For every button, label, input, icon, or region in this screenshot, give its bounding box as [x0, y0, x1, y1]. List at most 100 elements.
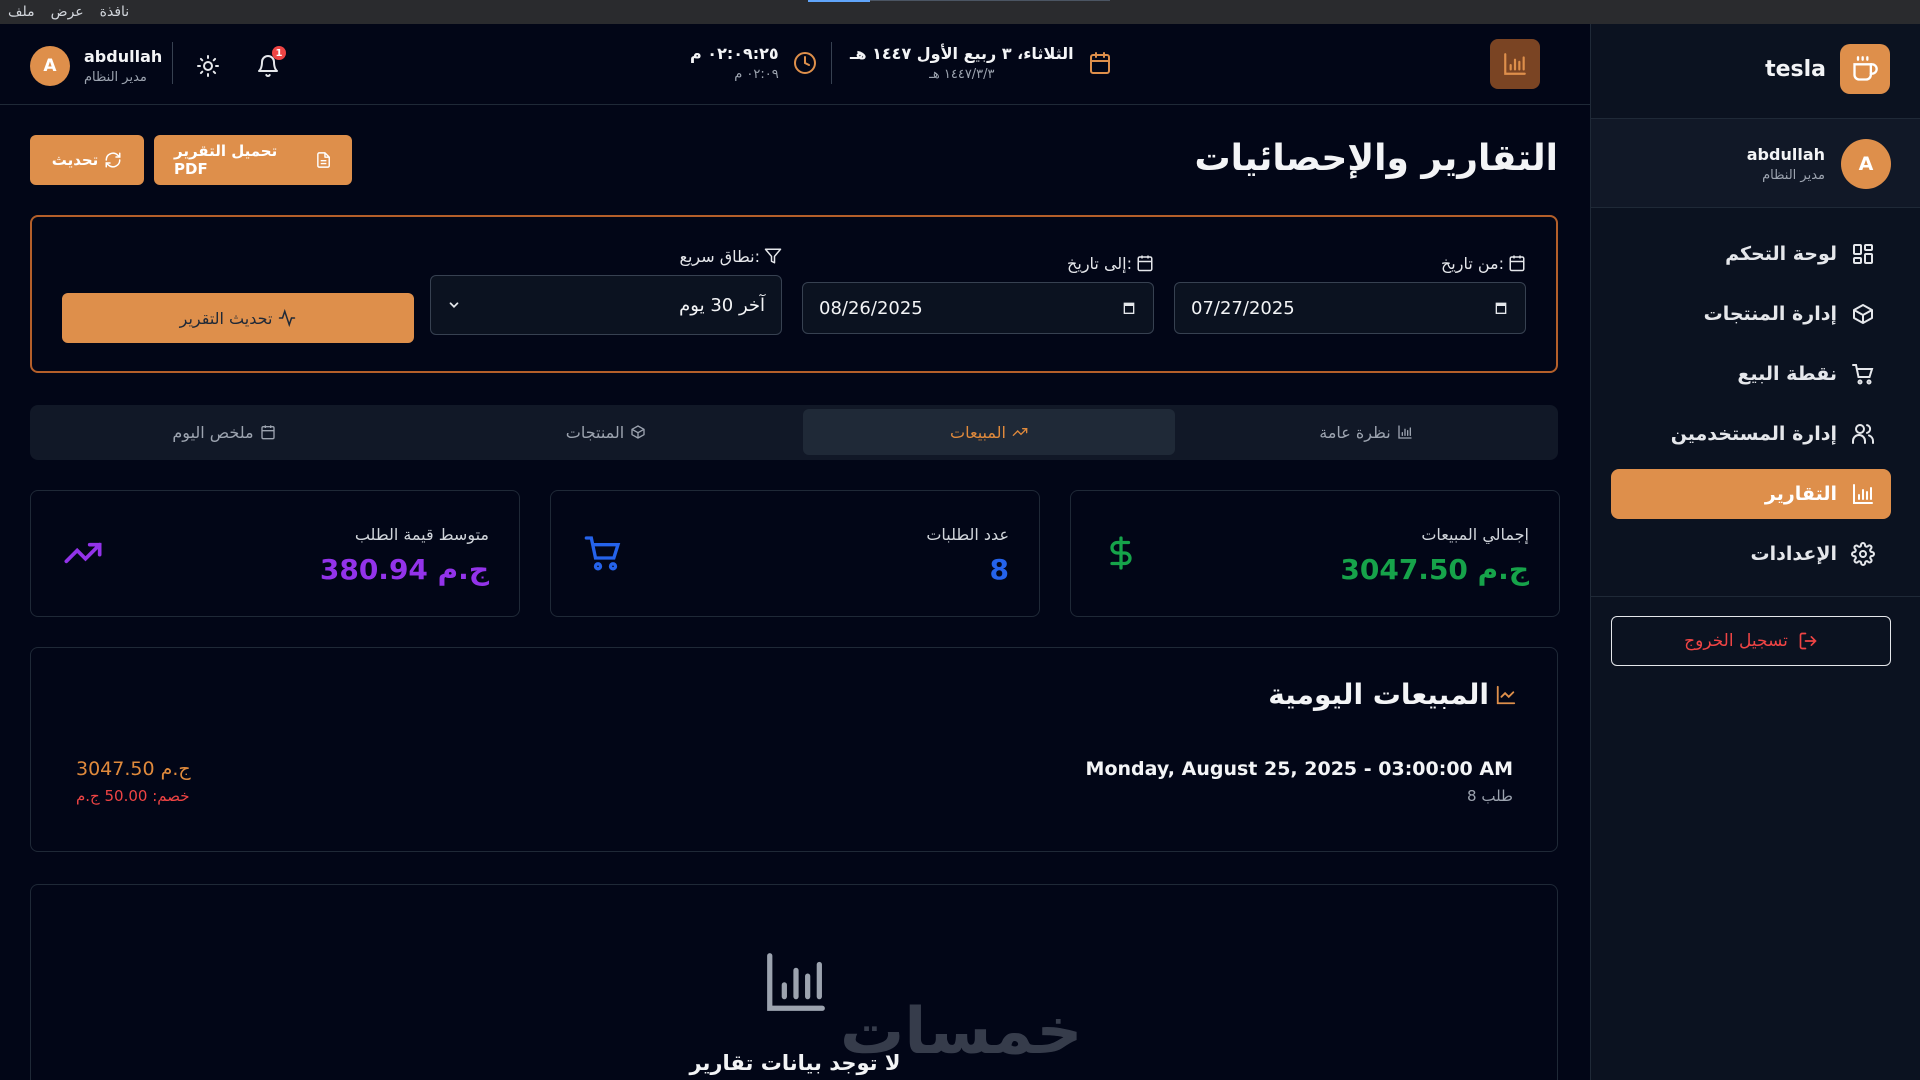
sidebar: tesla abdullah مدير النظام A لوحة التحكم… — [1590, 24, 1920, 1080]
notifications-button[interactable]: 1 — [254, 46, 286, 80]
stat-value: 3047.50 ج.م — [1340, 553, 1529, 586]
menu-bar: ملف عرض نافذة — [0, 0, 1920, 24]
header-user-text: abdullah مدير النظام — [84, 47, 162, 85]
from-date-input[interactable]: 07/27/2025 — [1174, 282, 1526, 334]
sidebar-nav: لوحة التحكم إدارة المنتجات نقطة البيع إد… — [1611, 229, 1891, 589]
cart-icon — [584, 536, 621, 571]
dollar-icon — [1110, 536, 1132, 570]
refresh-label: تحديث — [51, 151, 99, 169]
time-sub: ٠٢:٠٩ م — [734, 67, 779, 82]
notification-badge: 1 — [272, 46, 286, 60]
sidebar-item-reports[interactable]: التقارير — [1611, 469, 1891, 519]
daily-row-orders: 8 طلب — [1467, 787, 1513, 805]
clock-times: ٠٢:٠٩:٢٥ م ٠٢:٠٩ م — [690, 44, 779, 82]
sidebar-item-pos[interactable]: نقطة البيع — [1611, 349, 1891, 399]
users-icon — [1852, 424, 1874, 444]
update-report-label: تحديث التقرير — [179, 308, 273, 328]
daily-row-discount: خصم: 50.00 ج.م — [76, 787, 190, 805]
gear-icon — [1851, 542, 1875, 566]
sidebar-user-wrap: abdullah مدير النظام A — [1747, 139, 1891, 189]
calendar-icon — [1089, 52, 1110, 74]
calendar-icon — [1137, 255, 1153, 272]
tab-today-summary[interactable]: ملخص اليوم — [38, 409, 410, 455]
header-clock: ٠٢:٠٩:٢٥ م ٠٢:٠٩ م — [690, 44, 817, 82]
tab-label: المنتجات — [565, 422, 625, 442]
calendar-picker-icon[interactable] — [1493, 300, 1509, 316]
sun-icon — [197, 55, 219, 77]
calendar-picker-icon[interactable] — [1121, 300, 1137, 316]
bar-chart-icon — [1398, 425, 1412, 439]
daily-sales-card: المبيعات اليومية Monday, August 25, 2025… — [30, 647, 1558, 852]
refresh-button[interactable]: تحديث — [30, 135, 144, 185]
clock-icon — [793, 52, 816, 74]
logout-label: تسجيل الخروج — [1684, 631, 1788, 651]
to-date-group: إلى تاريخ: 08/26/2025 — [802, 252, 1154, 334]
time-main: ٠٢:٠٩:٢٥ م — [690, 44, 779, 63]
menu-window[interactable]: نافذة — [100, 4, 130, 20]
menu-items: ملف عرض نافذة — [0, 4, 129, 20]
update-report-button[interactable]: تحديث التقرير — [62, 293, 414, 343]
filter-icon — [764, 248, 782, 264]
trending-up-icon — [1012, 428, 1028, 436]
sidebar-item-label: التقارير — [1764, 483, 1837, 505]
trending-up-icon — [64, 542, 102, 564]
download-pdf-button[interactable]: تحميل التقرير PDF — [154, 135, 352, 185]
stat-label: إجمالي المبيعات — [1421, 525, 1529, 544]
sidebar-item-label: إدارة المنتجات — [1703, 303, 1837, 325]
avatar: A — [30, 46, 70, 86]
stat-value: 380.94 ج.م — [319, 553, 489, 586]
bar-chart-icon — [1504, 53, 1526, 75]
daily-sales-title: المبيعات اليومية — [1268, 678, 1517, 711]
calendar-icon — [1509, 255, 1525, 272]
bar-chart-icon — [767, 953, 825, 1011]
daily-row-date: Monday, August 25, 2025 - 03:00:00 AM — [1085, 758, 1513, 780]
sidebar-item-products[interactable]: إدارة المنتجات — [1611, 289, 1891, 339]
quick-range-value: آخر 30 يوم — [679, 294, 765, 316]
sidebar-item-label: لوحة التحكم — [1725, 243, 1837, 265]
sidebar-user-text: abdullah مدير النظام — [1747, 145, 1825, 183]
report-tabs: نظرة عامة المبيعات المنتجات ملخص اليوم — [30, 405, 1558, 460]
date-main: الثلاثاء، ٣ ربيع الأول ١٤٤٧ هـ — [850, 44, 1074, 63]
box-icon — [1853, 304, 1873, 324]
reports-shortcut-button[interactable] — [1490, 39, 1540, 89]
stat-total-sales: إجمالي المبيعات 3047.50 ج.م — [1070, 490, 1560, 617]
quick-range-select[interactable]: آخر 30 يوم — [430, 275, 782, 335]
stat-orders-count: عدد الطلبات 8 — [550, 490, 1040, 617]
stat-label: عدد الطلبات — [926, 525, 1009, 544]
grid-icon — [1853, 244, 1873, 264]
sidebar-divider — [1591, 596, 1920, 597]
logout-button[interactable]: تسجيل الخروج — [1611, 616, 1891, 666]
tab-label: ملخص اليوم — [172, 422, 254, 442]
from-date-label-text: من تاريخ: — [1440, 253, 1504, 273]
tab-sales[interactable]: المبيعات — [803, 409, 1175, 455]
tab-label: المبيعات — [950, 422, 1006, 442]
to-date-label: إلى تاريخ: — [802, 252, 1154, 274]
line-chart-icon — [1496, 685, 1516, 704]
refresh-icon — [105, 152, 121, 168]
sidebar-item-users[interactable]: إدارة المستخدمين — [1611, 409, 1891, 459]
menu-view[interactable]: عرض — [51, 4, 84, 20]
tab-products[interactable]: المنتجات — [420, 409, 792, 455]
to-date-label-text: إلى تاريخ: — [1067, 253, 1132, 273]
quick-range-label-text: نطاق سريع: — [679, 246, 760, 266]
header-user[interactable]: A abdullah مدير النظام — [30, 46, 162, 86]
watermark: خمسات — [840, 995, 1083, 1069]
theme-toggle-button[interactable] — [194, 52, 222, 80]
empty-state-card: لا توجد بيانات تقارير — [30, 884, 1558, 1080]
tab-overview[interactable]: نظرة عامة — [1180, 409, 1552, 455]
to-date-input[interactable]: 08/26/2025 — [802, 282, 1154, 334]
activity-icon — [279, 309, 296, 327]
daily-sales-title-text: المبيعات اليومية — [1268, 678, 1489, 711]
sidebar-item-label: الإعدادات — [1750, 543, 1837, 565]
sidebar-item-settings[interactable]: الإعدادات — [1611, 529, 1891, 579]
stat-value: 8 — [989, 553, 1009, 586]
sidebar-avatar: A — [1841, 139, 1891, 189]
header-divider — [831, 42, 832, 84]
sidebar-user-name: abdullah — [1746, 145, 1825, 164]
empty-state-text: لا توجد بيانات تقارير — [689, 1051, 901, 1075]
sidebar-user-role: مدير النظام — [1762, 168, 1825, 183]
cart-icon — [1852, 364, 1874, 385]
sidebar-item-dashboard[interactable]: لوحة التحكم — [1611, 229, 1891, 279]
menu-file[interactable]: ملف — [8, 4, 35, 20]
to-date-value: 08/26/2025 — [819, 297, 923, 319]
